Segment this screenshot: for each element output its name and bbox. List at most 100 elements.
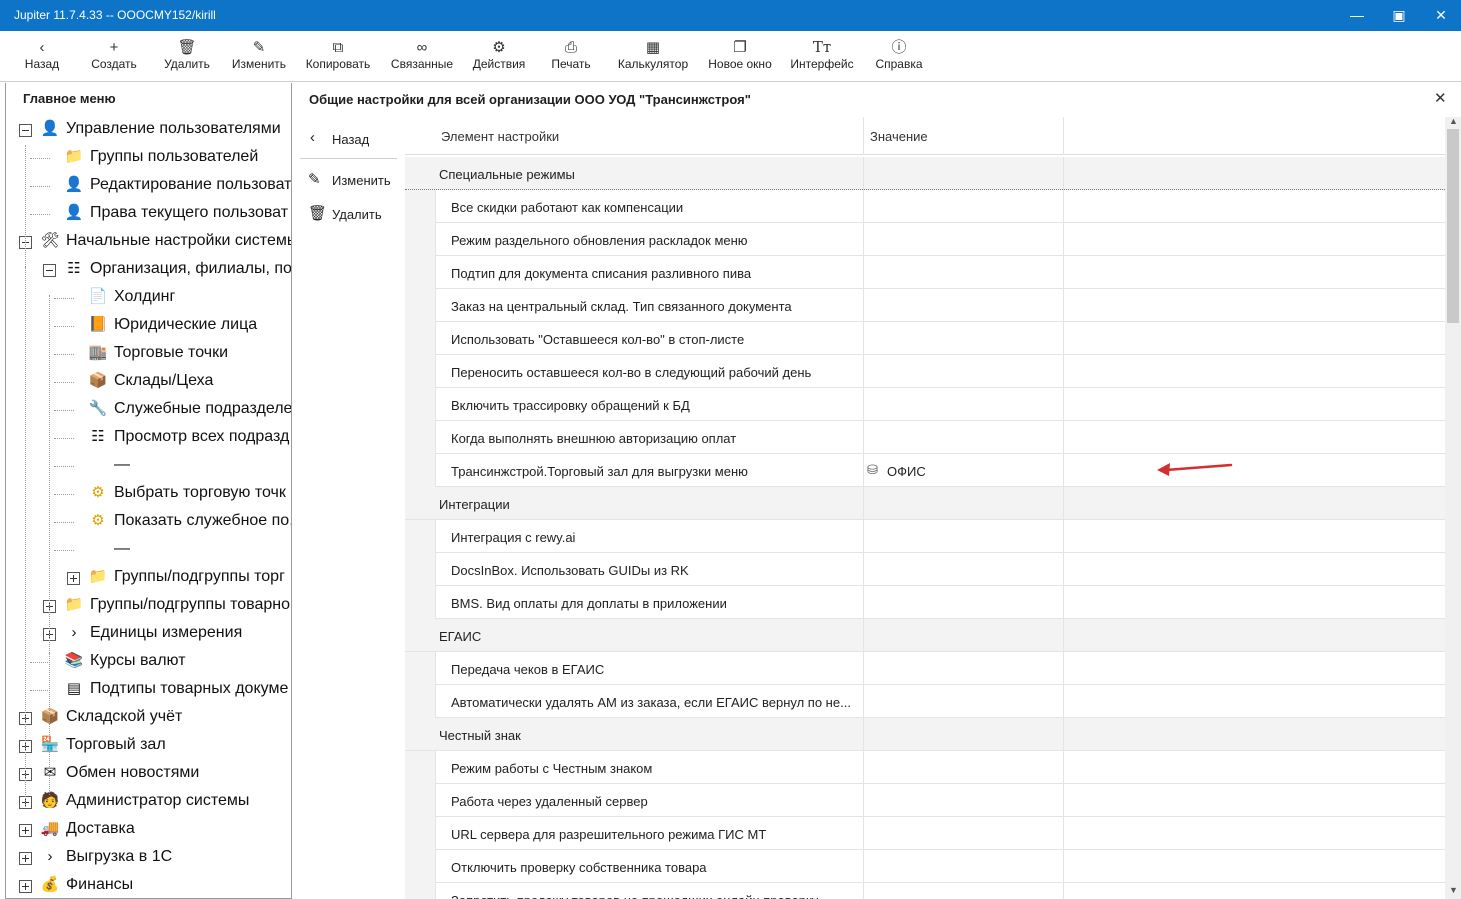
panel-close-icon[interactable]: ✕: [1434, 89, 1447, 107]
tree-connector: [54, 326, 74, 327]
sidebar-item[interactable]: 🏪 Торговый зал: [18, 734, 288, 758]
sidebar-item[interactable]: 🛠 Начальные настройки системы: [18, 230, 291, 254]
minimize-icon[interactable]: —: [1347, 6, 1367, 24]
table-row[interactable]: Трансинжстрой.Торговый зал для выгрузки …: [405, 454, 1445, 487]
vertical-scrollbar[interactable]: ▲ ▼: [1445, 116, 1461, 899]
table-row[interactable]: DocsInBox. Использовать GUIDы из RK: [405, 553, 1445, 586]
sidebar-item[interactable]: 👤 Права текущего пользоват: [30, 202, 288, 226]
edit-button[interactable]: ✎ Изменить: [228, 31, 290, 82]
setting-name: BMS. Вид оплаты для доплаты в приложении: [451, 596, 727, 611]
table-row[interactable]: Включить трассировку обращений к БД: [405, 388, 1445, 421]
tree-connector: [54, 522, 74, 523]
table-row[interactable]: BMS. Вид оплаты для доплаты в приложении: [405, 586, 1445, 619]
sidebar-item[interactable]: ⚙ Выбрать торговую точк: [54, 482, 288, 506]
table-row[interactable]: Переносить оставшееся кол-во в следующий…: [405, 355, 1445, 388]
sidebar-item[interactable]: 💰 Финансы: [18, 874, 288, 898]
expand-icon[interactable]: [19, 880, 32, 893]
sidebar-item[interactable]: 📁 Группы/подгруппы товарно: [42, 594, 290, 618]
cell-separator: [1063, 256, 1064, 289]
group-row[interactable]: ЕГАИС: [405, 619, 1445, 652]
related-button[interactable]: ∞ Связанные: [386, 31, 458, 82]
table-row[interactable]: Когда выполнять внешнюю авторизацию опла…: [405, 421, 1445, 454]
sidebar-item[interactable]: ⚙ Показать служебное по,: [54, 510, 291, 534]
sidebar-item[interactable]: 🏬 Торговые точки: [54, 342, 288, 366]
panel-back-button[interactable]: ‹ Назад: [310, 129, 396, 157]
cell-separator: [435, 355, 436, 388]
sidebar-item[interactable]: 📁 Группы пользователей: [30, 146, 288, 170]
sidebar-item[interactable]: ☷ Просмотр всех подразд: [54, 426, 289, 450]
collapse-icon[interactable]: [43, 264, 56, 277]
calculator-icon: ▦: [645, 39, 661, 56]
cell-separator: [1063, 652, 1064, 685]
actions-button[interactable]: ⚙ Действия: [467, 31, 531, 82]
print-button[interactable]: ⎙ Печать: [543, 31, 599, 82]
help-button[interactable]: ⓘ Справка: [870, 31, 928, 82]
panel-delete-button[interactable]: 🗑 Удалить: [308, 205, 398, 228]
calculator-button[interactable]: ▦ Калькулятор: [612, 31, 694, 82]
sidebar-item[interactable]: ☷ Организация, филиалы, по,: [42, 258, 291, 282]
sidebar-item[interactable]: 👤 Редактирование пользоват: [30, 174, 291, 198]
column-header-value[interactable]: Значение: [870, 129, 928, 144]
cell-separator: [1063, 355, 1064, 388]
tree-connector: [30, 186, 50, 187]
new-window-button[interactable]: ❐ Новое окно: [702, 31, 778, 82]
sidebar-item[interactable]: ▤ Подтипы товарных докуме: [30, 678, 288, 702]
table-row[interactable]: Интеграция с rewy.ai: [405, 520, 1445, 553]
sidebar-item[interactable]: 📦 Склады/Цеха: [54, 370, 288, 394]
table-row[interactable]: Передача чеков в ЕГАИС: [405, 652, 1445, 685]
table-row[interactable]: Использовать "Оставшееся кол-во" в стоп-…: [405, 322, 1445, 355]
table-row[interactable]: URL сервера для разрешительного режима Г…: [405, 817, 1445, 850]
delete-button[interactable]: 🗑 Удалить: [160, 31, 214, 82]
table-row[interactable]: Заказ на центральный склад. Тип связанно…: [405, 289, 1445, 322]
group-row[interactable]: Специальные режимы: [405, 157, 1445, 190]
close-icon[interactable]: ✕: [1431, 6, 1451, 24]
copy-button[interactable]: ⧉ Копировать: [301, 31, 375, 82]
sidebar-item[interactable]: 🧑 Администратор системы: [18, 790, 288, 814]
cell-separator: [1063, 421, 1064, 454]
sidebar-item-label: Курсы валют: [90, 652, 186, 669]
group-row[interactable]: Интеграции: [405, 487, 1445, 520]
setting-name: Все скидки работают как компенсации: [451, 200, 684, 215]
cell-separator: [863, 619, 864, 652]
sidebar-item[interactable]: —: [54, 538, 288, 562]
table-row[interactable]: Все скидки работают как компенсации: [405, 190, 1445, 223]
collapse-icon[interactable]: [19, 124, 32, 137]
sidebar-item[interactable]: 👤 Управление пользователями: [18, 118, 288, 142]
sidebar-item[interactable]: 📚 Курсы валют: [30, 650, 288, 674]
cell-separator: [435, 421, 436, 454]
expand-icon[interactable]: [67, 572, 80, 585]
sidebar-item[interactable]: 📁 Группы/подгруппы торг: [66, 566, 288, 590]
table-row[interactable]: Подтип для документа списания разливного…: [405, 256, 1445, 289]
scroll-up-icon[interactable]: ▲: [1449, 116, 1458, 126]
interface-button[interactable]: Tт Интерфейс: [786, 31, 858, 82]
maximize-icon[interactable]: ▣: [1389, 6, 1409, 24]
cell-separator: [863, 190, 864, 223]
scrollbar-thumb[interactable]: [1447, 129, 1459, 323]
sidebar-item[interactable]: ✉ Обмен новостями: [18, 762, 288, 786]
scroll-down-icon[interactable]: ▼: [1449, 885, 1458, 895]
back-button[interactable]: ‹ Назад: [16, 31, 68, 82]
sidebar-item[interactable]: 📄 Холдинг: [54, 286, 288, 310]
row-indent: [405, 652, 435, 685]
sidebar-item[interactable]: › Выгрузка в 1С: [18, 846, 288, 870]
table-row[interactable]: Автоматически удалять АМ из заказа, если…: [405, 685, 1445, 718]
sidebar-item[interactable]: 🚚 Доставка: [18, 818, 288, 842]
expand-icon[interactable]: [19, 852, 32, 865]
sidebar-item[interactable]: —: [54, 454, 288, 478]
table-row[interactable]: Работа через удаленный сервер: [405, 784, 1445, 817]
table-row[interactable]: Отключить проверку собственника товара: [405, 850, 1445, 883]
column-header-name[interactable]: Элемент настройки: [441, 129, 559, 144]
sidebar-item[interactable]: 🔧 Служебные подразделе: [54, 398, 291, 422]
create-button[interactable]: + Создать: [86, 31, 142, 82]
edit-icon: ✎: [308, 171, 321, 188]
table-row[interactable]: Запретить продажу товаров не прошедших о…: [405, 883, 1445, 899]
sidebar-item[interactable]: › Единицы измерения: [42, 622, 288, 646]
table-row[interactable]: Режим работы с Честным знаком: [405, 751, 1445, 784]
group-row[interactable]: Честный знак: [405, 718, 1445, 751]
panel-edit-button[interactable]: ✎ Изменить: [308, 171, 398, 194]
expand-icon[interactable]: [19, 824, 32, 837]
table-row[interactable]: Режим раздельного обновления раскладок м…: [405, 223, 1445, 256]
sidebar-item[interactable]: 📦 Складской учёт: [18, 706, 288, 730]
sidebar-item[interactable]: 📙 Юридические лица: [54, 314, 288, 338]
row-indent: [405, 586, 435, 619]
